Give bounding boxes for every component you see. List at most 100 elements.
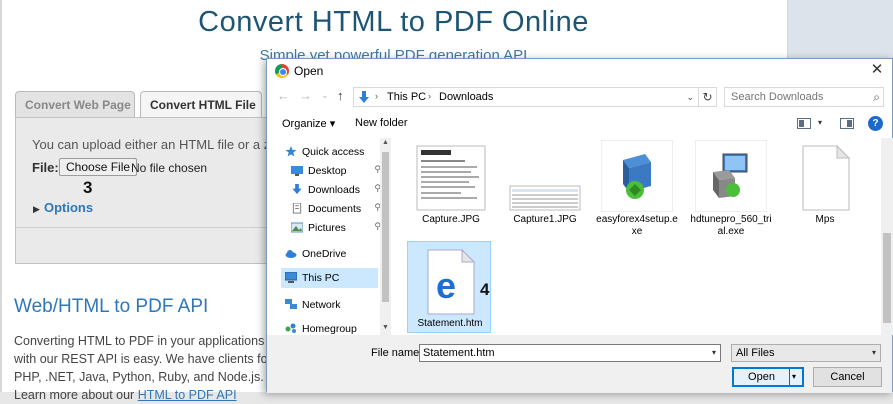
split-divider bbox=[789, 369, 790, 385]
file-item-hdtunepro-exe[interactable]: hdtunepro_560_trial.exe bbox=[689, 138, 773, 237]
breadcrumb-separator-icon: › bbox=[428, 91, 431, 101]
help-icon[interactable]: ? bbox=[868, 116, 883, 131]
html-to-pdf-api-link[interactable]: HTML to PDF API bbox=[138, 388, 237, 402]
blank-file-icon bbox=[802, 144, 851, 211]
open-button-label: Open bbox=[748, 371, 775, 383]
scrollbar-thumb[interactable] bbox=[883, 233, 891, 323]
organize-button[interactable]: Organize ▾ bbox=[282, 117, 335, 130]
tab-convert-web-page[interactable]: Convert Web Page bbox=[15, 91, 135, 118]
chevron-down-icon[interactable]: ▾ bbox=[872, 348, 876, 357]
download-icon bbox=[292, 184, 302, 195]
file-name: hdtunepro_560_trial.exe bbox=[690, 214, 772, 237]
no-file-chosen-text: No file chosen bbox=[131, 161, 208, 175]
image-thumbnail-icon bbox=[416, 145, 486, 211]
file-item-mps[interactable]: Mps bbox=[783, 138, 867, 230]
sidebar-label: Quick access bbox=[302, 146, 365, 158]
cloud-icon bbox=[285, 250, 297, 258]
preview-pane-icon[interactable] bbox=[840, 118, 854, 129]
up-arrow-icon[interactable]: ↑ bbox=[337, 88, 344, 103]
star-icon bbox=[285, 146, 297, 157]
image-thumbnail-icon bbox=[509, 185, 581, 211]
sidebar-label: Desktop bbox=[308, 165, 347, 177]
tab-convert-html-file[interactable]: Convert HTML File bbox=[140, 91, 262, 118]
computer-icon bbox=[285, 272, 297, 283]
breadcrumb-downloads[interactable]: Downloads bbox=[439, 91, 493, 103]
file-list: Capture.JPG Capture1.JPG easyforex4setup… bbox=[395, 138, 881, 335]
dialog-titlebar[interactable]: Open ✕ bbox=[267, 59, 892, 83]
pictures-icon bbox=[291, 222, 303, 233]
file-name: Capture.JPG bbox=[422, 214, 480, 225]
network-icon bbox=[285, 299, 297, 309]
search-downloads-box[interactable]: ⌕ bbox=[724, 87, 884, 107]
site-title: Convert HTML to PDF Online bbox=[198, 6, 589, 38]
file-name-combobox[interactable]: ▾ bbox=[419, 344, 721, 362]
dialog-footer: File name: ▾ All Files ▾ Open ▾ Cancel bbox=[267, 335, 892, 393]
sidebar-label: This PC bbox=[302, 272, 340, 284]
refresh-icon[interactable]: ↻ bbox=[699, 87, 717, 107]
cancel-button[interactable]: Cancel bbox=[813, 367, 882, 387]
file-item-easyforex-exe[interactable]: easyforex4setup.exe bbox=[595, 138, 679, 237]
close-button[interactable]: ✕ bbox=[862, 59, 892, 83]
breadcrumb-this-pc[interactable]: This PC bbox=[387, 91, 426, 103]
chevron-down-icon[interactable]: ⌄ bbox=[686, 92, 694, 103]
converter-panel: You can upload either an HTML file or a … bbox=[15, 117, 305, 264]
scroll-up-icon[interactable]: ▲ bbox=[382, 139, 389, 146]
view-options-icon[interactable] bbox=[797, 118, 811, 129]
step-marker-4: 4 bbox=[480, 280, 490, 299]
search-input[interactable] bbox=[725, 88, 865, 106]
api-description: Converting HTML to PDF in your applicati… bbox=[14, 332, 272, 404]
scrollbar-thumb[interactable] bbox=[382, 152, 389, 302]
new-folder-button[interactable]: New folder bbox=[355, 117, 408, 129]
sidebar-item-documents[interactable]: Documents ⚲ bbox=[291, 199, 387, 219]
file-item-statement-htm[interactable]: e 4 Statement.htm bbox=[407, 241, 491, 333]
file-name-field[interactable] bbox=[420, 345, 700, 361]
sidebar-item-desktop[interactable]: Desktop ⚲ bbox=[291, 161, 387, 181]
recent-locations-icon[interactable]: ⌄ bbox=[321, 90, 329, 101]
file-name: easyforex4setup.exe bbox=[596, 214, 678, 237]
navigation-bar: ← → ⌄ ↑ › This PC › Downloads ⌄ ↻ ⌕ bbox=[267, 85, 892, 109]
chevron-down-icon[interactable]: ▾ bbox=[712, 348, 716, 357]
file-name: Statement.htm bbox=[417, 318, 483, 329]
sidebar-label: Downloads bbox=[308, 184, 360, 196]
navigation-scrollbar[interactable]: ▲ ▼ bbox=[380, 138, 391, 335]
file-type-value: All Files bbox=[736, 347, 775, 359]
search-icon[interactable]: ⌕ bbox=[873, 90, 880, 105]
svg-text:e: e bbox=[436, 265, 456, 306]
sidebar-item-quick-access[interactable]: Quick access bbox=[285, 142, 381, 162]
file-item-capture1-jpg[interactable]: Capture1.JPG bbox=[503, 138, 587, 230]
upload-instructions: You can upload either an HTML file or a … bbox=[32, 137, 281, 152]
file-list-scrollbar[interactable] bbox=[881, 138, 893, 335]
download-folder-icon bbox=[359, 91, 369, 103]
breadcrumb-separator-icon: › bbox=[375, 91, 378, 101]
scroll-down-icon[interactable]: ▼ bbox=[382, 324, 389, 331]
file-name-label: File name: bbox=[371, 347, 423, 359]
file-type-select[interactable]: All Files ▾ bbox=[731, 344, 881, 362]
options-expand-icon[interactable]: ▶ bbox=[33, 204, 40, 215]
sidebar-item-onedrive[interactable]: OneDrive bbox=[285, 244, 381, 264]
sidebar-label: OneDrive bbox=[302, 248, 347, 260]
file-name: Capture1.JPG bbox=[513, 214, 577, 225]
sidebar-label: Homegroup bbox=[302, 323, 357, 335]
dialog-title: Open bbox=[294, 64, 324, 78]
forward-arrow-icon[interactable]: → bbox=[299, 88, 312, 103]
open-file-dialog: Open ✕ ← → ⌄ ↑ › This PC › Downloads ⌄ ↻… bbox=[266, 58, 893, 393]
api-line-3: PHP, .NET, Java, Python, Ruby, and Node.… bbox=[14, 370, 264, 384]
sidebar-item-network[interactable]: Network bbox=[285, 295, 381, 315]
back-arrow-icon[interactable]: ← bbox=[277, 88, 290, 103]
sidebar-item-downloads[interactable]: Downloads ⚲ bbox=[291, 180, 387, 200]
installer-icon bbox=[601, 140, 673, 212]
command-bar: Organize ▾ New folder ▾ ? bbox=[267, 114, 892, 136]
open-options-dropdown-icon[interactable]: ▾ bbox=[792, 372, 796, 381]
desktop-icon bbox=[291, 166, 303, 176]
documents-icon bbox=[292, 203, 302, 214]
view-dropdown-icon[interactable]: ▾ bbox=[818, 118, 822, 127]
chrome-icon bbox=[275, 64, 289, 78]
options-link[interactable]: Options bbox=[44, 200, 93, 215]
file-item-capture-jpg[interactable]: Capture.JPG bbox=[409, 138, 493, 230]
open-button[interactable]: Open ▾ bbox=[732, 367, 804, 387]
sidebar-item-this-pc[interactable]: This PC bbox=[281, 268, 378, 288]
step-marker-3: 3 bbox=[83, 178, 93, 197]
choose-file-button[interactable]: Choose File bbox=[59, 158, 138, 176]
sidebar-item-pictures[interactable]: Pictures ⚲ bbox=[291, 218, 387, 238]
address-bar[interactable]: › This PC › Downloads ⌄ bbox=[353, 87, 699, 107]
